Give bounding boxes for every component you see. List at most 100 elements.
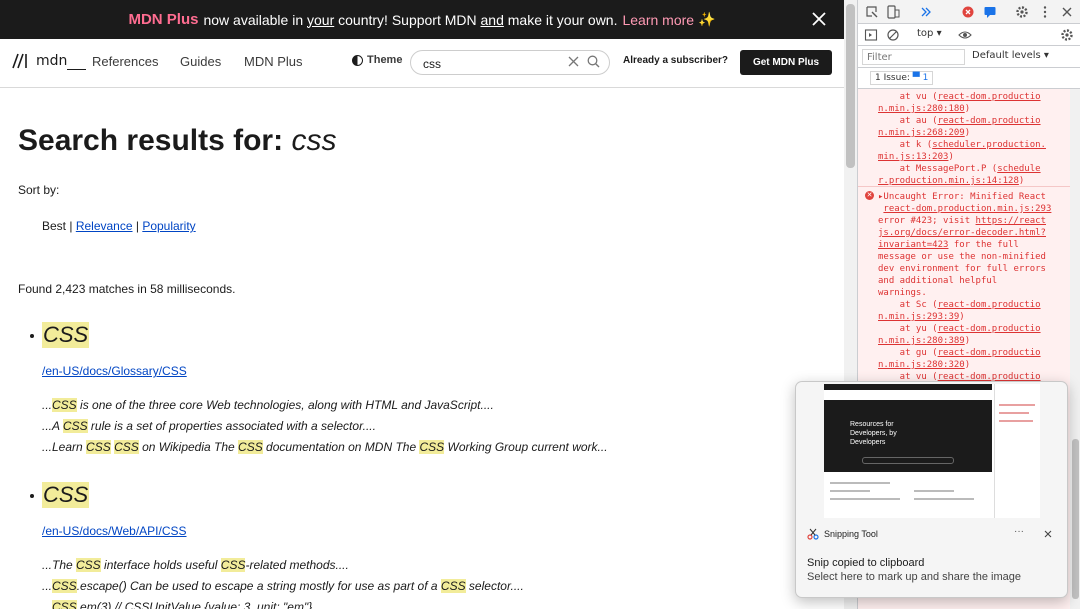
preview-hero: Resources for Developers, by Developers: [824, 400, 992, 472]
clear-search-icon[interactable]: [568, 56, 579, 67]
source-link[interactable]: r.production.min.js:14:128: [878, 176, 1019, 186]
issue-chat-icon: ▀: [912, 73, 920, 83]
context-label: top: [917, 28, 934, 39]
match-highlight: CSS: [62, 419, 88, 433]
preview-devtools: [994, 384, 1040, 518]
error-line: invariant=423 for the full: [878, 240, 1019, 250]
subscriber-link[interactable]: Already a subscriber?: [623, 55, 728, 66]
log-levels-dropdown[interactable]: Default levels ▾: [972, 50, 1049, 61]
mdn-logo[interactable]: mdn: [12, 53, 86, 70]
issues-label: 1 Issue:: [875, 73, 910, 83]
result-snippet: ...CSS.escape() Can be used to escape a …: [42, 579, 524, 593]
result-url-link[interactable]: /en-US/docs/Web/API/CSS: [42, 524, 187, 538]
source-link[interactable]: schedule: [997, 164, 1040, 174]
match-highlight: CSS: [76, 558, 101, 572]
console-filter-input[interactable]: Filter: [862, 49, 965, 65]
error-line: at Sc (react-dom.productio: [878, 300, 1041, 310]
error-line: at yu (react-dom.productio: [878, 324, 1041, 334]
sidebar-toggle-icon[interactable]: [864, 28, 878, 42]
search-icon[interactable]: [587, 55, 600, 68]
nav-guides[interactable]: Guides: [180, 54, 221, 69]
source-link[interactable]: react-dom.productio: [938, 324, 1041, 334]
live-expression-eye-icon[interactable]: [958, 28, 972, 42]
source-link[interactable]: js.org/docs/error-decoder.html?: [878, 228, 1046, 238]
source-link[interactable]: react-dom.productio: [938, 92, 1041, 102]
preview-line: [914, 498, 974, 500]
snip-preview-image[interactable]: Resources for Developers, by Developers: [824, 384, 1040, 518]
plus-banner: MDN Plus now available in your country! …: [0, 0, 844, 39]
snipping-tool-notification[interactable]: Resources for Developers, by Developers …: [795, 381, 1068, 598]
banner-close-icon[interactable]: [810, 10, 828, 28]
device-toolbar-icon[interactable]: [886, 5, 900, 19]
settings-gear-icon[interactable]: [1015, 5, 1029, 19]
source-link[interactable]: react-dom.production.min.js:293: [883, 204, 1051, 214]
results-count: Found 2,423 matches in 58 milliseconds.: [18, 282, 236, 296]
top-nav: mdn References Guides MDN Plus Theme css…: [0, 39, 844, 88]
preview-line: [999, 420, 1033, 422]
sort-relevance-link[interactable]: Relevance: [76, 219, 133, 233]
issues-button[interactable]: 1 Issue: ▀ 1: [870, 71, 934, 85]
result-snippet: ...The CSS interface holds useful CSS-re…: [42, 558, 349, 572]
result-snippet: ...CSS.em(3) // CSSUnitValue {value: 3, …: [42, 600, 312, 609]
error-line: n.min.js:280:389): [878, 336, 971, 346]
stack-line: at k (scheduler.production.: [878, 140, 1046, 150]
banner-your: your: [307, 11, 335, 28]
learn-more-link[interactable]: Learn more: [622, 12, 694, 28]
nav-references[interactable]: References: [92, 54, 158, 69]
get-mdn-plus-button[interactable]: Get MDN Plus: [740, 50, 832, 75]
preview-line: [830, 490, 870, 492]
match-highlight: CSS: [52, 579, 77, 593]
source-link[interactable]: react-dom.productio: [938, 348, 1041, 358]
stack-line: n.min.js:280:180): [878, 104, 971, 114]
result-snippet: ...Learn CSS CSS on Wikipedia The CSS do…: [42, 440, 608, 454]
context-selector[interactable]: top ▾: [917, 28, 942, 39]
toast-app-name: Snipping Tool: [807, 528, 878, 540]
search-input[interactable]: css: [410, 50, 610, 75]
source-link[interactable]: scheduler.production.: [932, 140, 1046, 150]
title-prefix: Search results for:: [18, 124, 284, 157]
source-link[interactable]: n.min.js:280:180: [878, 104, 965, 114]
error-line: n.min.js:293:39): [878, 312, 965, 322]
nav-mdn-plus[interactable]: MDN Plus: [244, 54, 303, 69]
clear-console-icon[interactable]: [886, 28, 900, 42]
source-link[interactable]: n.min.js:293:39: [878, 312, 959, 322]
console-settings-gear-icon[interactable]: [1060, 28, 1074, 42]
source-link[interactable]: min.js:13:203: [878, 152, 948, 162]
snipping-tool-icon: [807, 528, 819, 540]
error-line: ▸Uncaught Error: Minified React: [878, 192, 1046, 202]
inspect-element-icon[interactable]: [865, 5, 879, 19]
issues-count: 1: [922, 73, 929, 83]
toast-close-icon[interactable]: [1044, 530, 1052, 538]
sort-best: Best: [42, 219, 67, 233]
close-devtools-icon[interactable]: [1060, 5, 1074, 19]
kebab-menu-icon[interactable]: [1038, 5, 1052, 19]
source-link[interactable]: n.min.js:268:209: [878, 128, 965, 138]
toast-title: Snip copied to clipboard: [807, 557, 925, 569]
theme-toggle[interactable]: Theme: [352, 54, 402, 66]
result-url-link[interactable]: /en-US/docs/Glossary/CSS: [42, 364, 187, 378]
more-tabs-icon[interactable]: [919, 5, 933, 19]
source-link[interactable]: react-dom.productio: [938, 116, 1041, 126]
error-line: and additional helpful: [878, 276, 998, 286]
preview-line: [830, 498, 900, 500]
source-link[interactable]: n.min.js:280:320: [878, 360, 965, 370]
issues-icon[interactable]: [983, 5, 997, 19]
toast-more-button[interactable]: ···: [1014, 526, 1024, 537]
logo-underscore: [67, 69, 86, 70]
source-link[interactable]: invariant=423: [878, 240, 948, 250]
match-highlight: CSS: [440, 579, 466, 593]
sort-label: Sort by:: [18, 183, 60, 197]
console-scrollbar-thumb[interactable]: [1072, 439, 1079, 599]
source-link[interactable]: https://react: [976, 216, 1046, 226]
page-scrollbar-thumb[interactable]: [846, 4, 855, 168]
banner-and: and: [480, 11, 504, 28]
sort-popularity-link[interactable]: Popularity: [142, 219, 195, 233]
console-scrollbar[interactable]: [1070, 89, 1080, 609]
error-line: react-dom.production.min.js:293: [878, 203, 1051, 215]
error-count-icon[interactable]: [961, 5, 975, 19]
result-snippet: ...CSS is one of the three core Web tech…: [42, 398, 494, 412]
source-link[interactable]: n.min.js:280:389: [878, 336, 965, 346]
match-highlight: CSS: [86, 440, 111, 454]
bullet: [30, 494, 34, 498]
source-link[interactable]: react-dom.productio: [938, 300, 1041, 310]
